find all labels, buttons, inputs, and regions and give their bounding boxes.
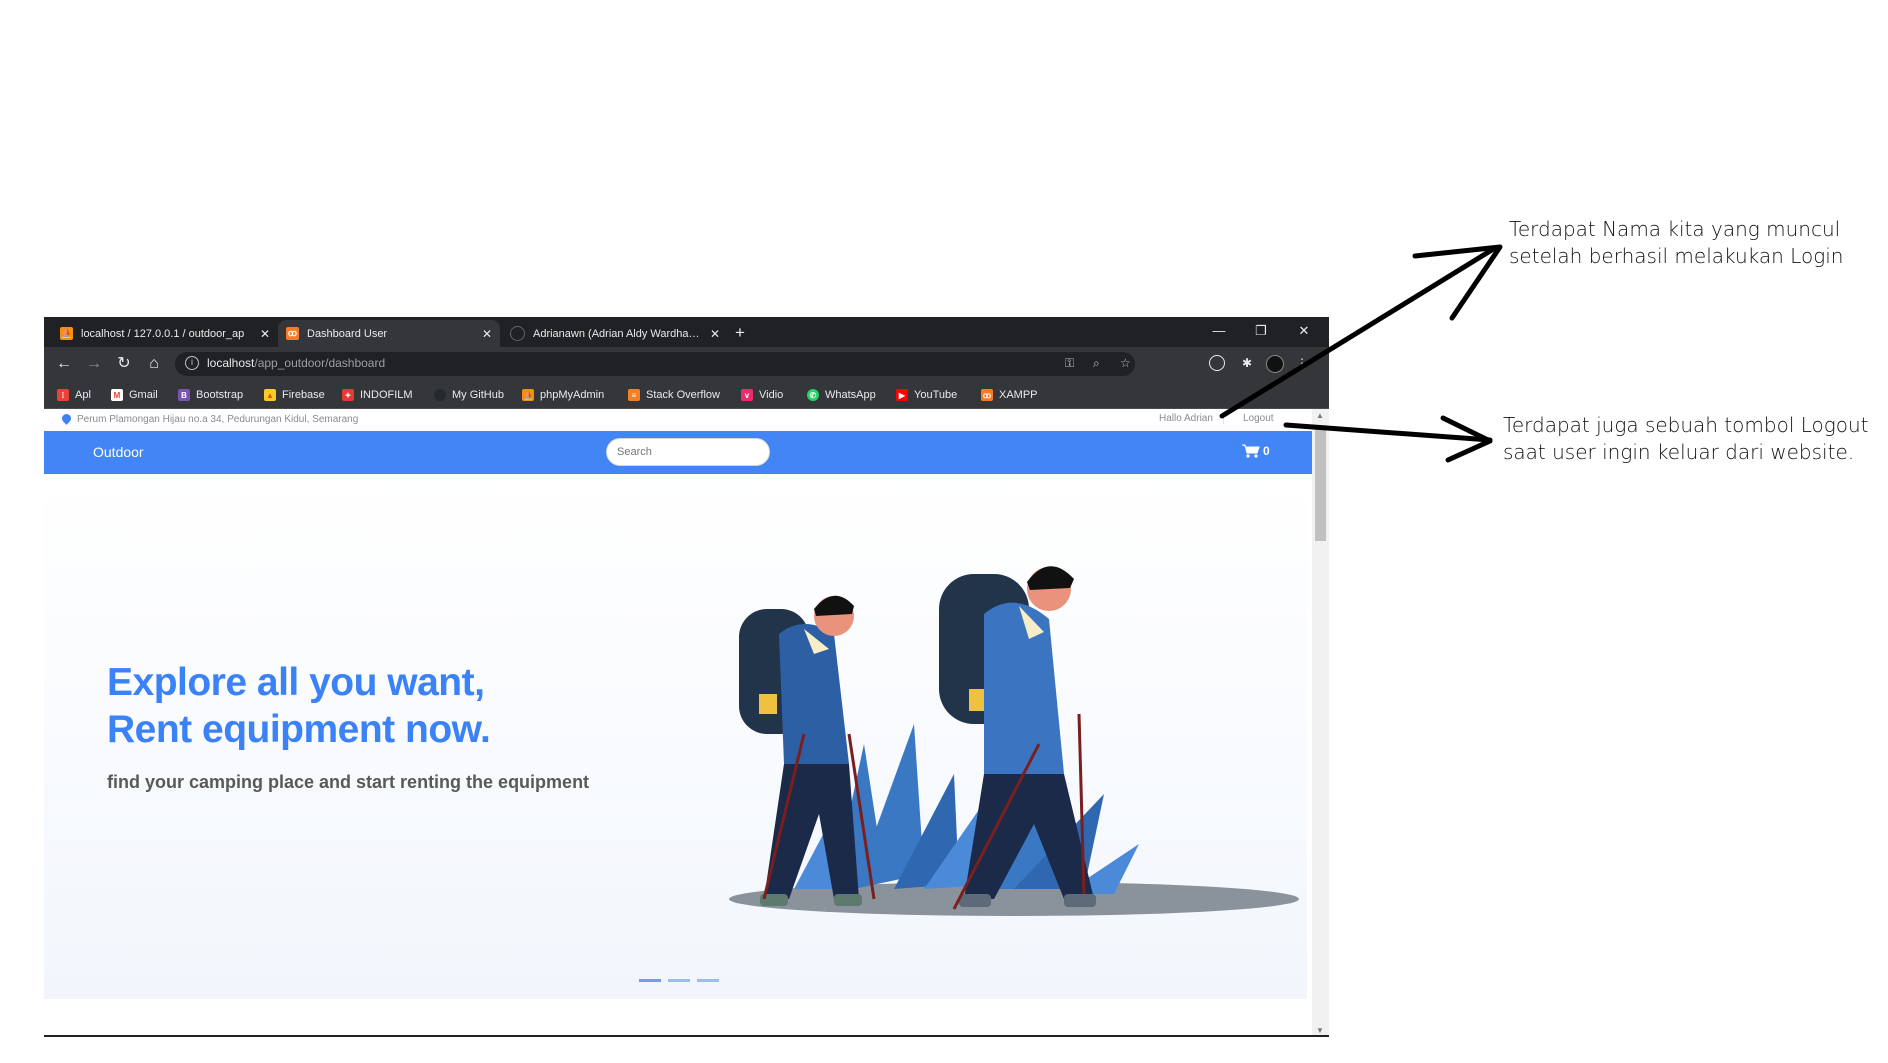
annotation-line: saat user ingin keluar dari website.: [1503, 440, 1855, 464]
arrow-to-greeting: [1219, 245, 1498, 419]
annotation-line: setelah berhasil melakukan Login: [1509, 244, 1844, 268]
annotation-greeting: Terdapat Nama kita yang muncul setelah b…: [1509, 216, 1879, 270]
annotation-logout: Terdapat juga sebuah tombol Logout saat …: [1503, 412, 1888, 466]
annotation-line: Terdapat Nama kita yang muncul: [1509, 217, 1841, 241]
annotation-arrows: [1219, 244, 1503, 463]
annotation-line: Terdapat juga sebuah tombol Logout: [1503, 413, 1869, 437]
